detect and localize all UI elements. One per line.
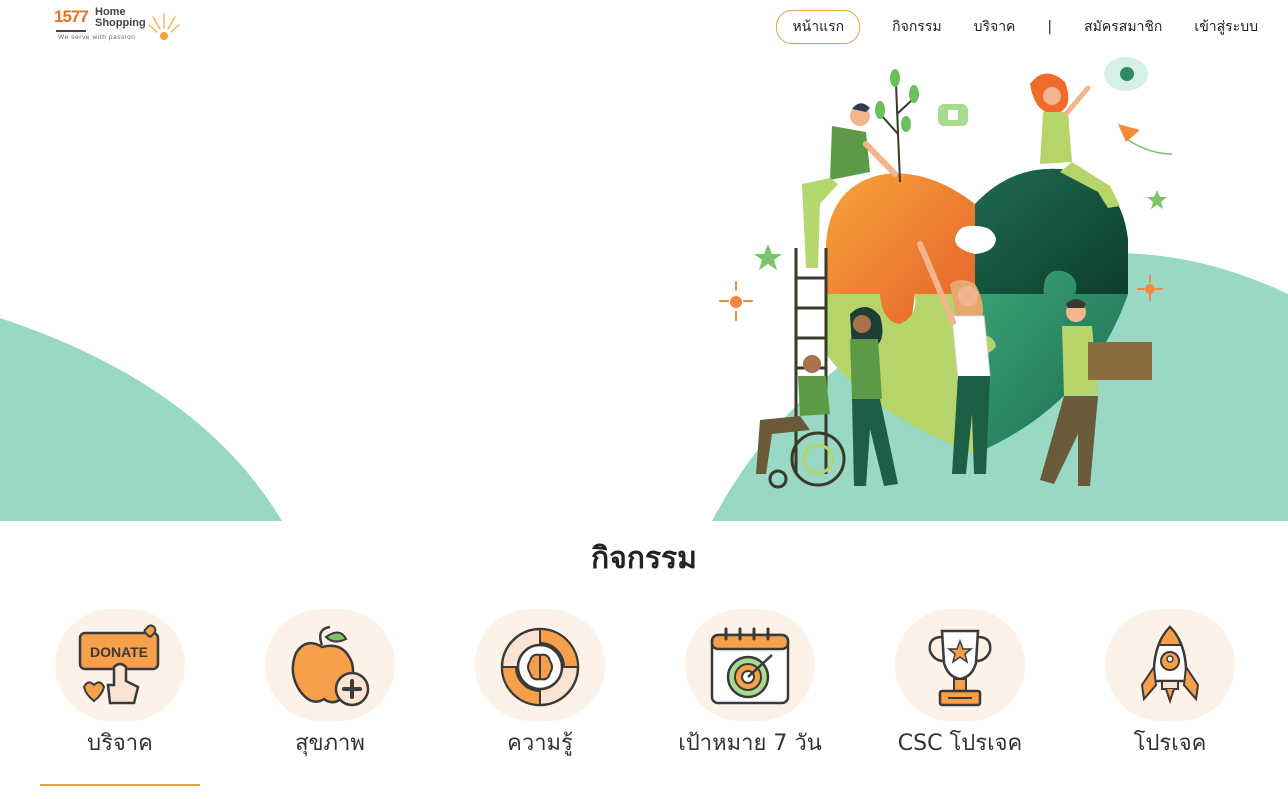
logo-tagline: We serve with passion [58, 34, 136, 41]
brain-knowledge-icon [500, 627, 580, 707]
section-title: กิจกรรม [591, 541, 697, 576]
left-mint-hill [0, 318, 282, 521]
nav-activities[interactable]: กิจกรรม [892, 16, 941, 38]
category-label: บริจาค [87, 731, 153, 756]
calendar-target-icon [710, 627, 790, 705]
category-label: สุขภาพ [295, 731, 365, 756]
nav-login[interactable]: เข้าสู่ระบบ [1194, 16, 1258, 38]
like-bubble-icon [938, 104, 968, 126]
category-csc-project[interactable]: CSC โปรเจค [870, 609, 1050, 759]
category-health[interactable]: สุขภาพ [240, 609, 420, 759]
category-knowledge[interactable]: ความรู้ [450, 609, 630, 759]
category-label: โปรเจค [1133, 731, 1207, 756]
main-nav: หน้าแรก กิจกรรม บริจาค | สมัครสมาชิก เข้… [776, 9, 1258, 44]
logo-number: 1577 [54, 7, 89, 26]
chat-bubble-icon [1104, 57, 1148, 91]
category-label: CSC โปรเจค [897, 731, 1023, 756]
category-donate[interactable]: DONATE บริจาค [30, 609, 210, 759]
category-label: ความรู้ [507, 731, 573, 756]
svg-text:DONATE: DONATE [90, 644, 148, 660]
category-label: เป้าหมาย 7 วัน [678, 731, 822, 756]
nav-separator: | [1047, 18, 1053, 35]
apple-health-icon [291, 625, 370, 707]
active-category-underline [40, 784, 200, 786]
paper-plane-icon [1118, 124, 1173, 155]
donate-sign-icon: DONATE [78, 624, 160, 705]
trophy-icon [928, 629, 992, 707]
nav-register[interactable]: สมัครสมาชิก [1084, 16, 1162, 38]
nav-donate[interactable]: บริจาค [974, 16, 1016, 38]
cart-icon [56, 26, 86, 32]
rocket-icon [1140, 625, 1200, 705]
nav-home[interactable]: หน้าแรก [776, 9, 861, 44]
top-navbar: 1577 Home Shopping We serve with passion … [0, 0, 1288, 54]
hero-banner [0, 54, 1288, 521]
brand-logo[interactable]: 1577 Home Shopping We serve with passion [54, 6, 184, 44]
hero-illustration [0, 57, 1288, 521]
category-7day-goal[interactable]: เป้าหมาย 7 วัน [660, 609, 840, 759]
logo-wordmark: Home Shopping [95, 6, 146, 29]
sun-icon [148, 13, 180, 40]
category-project[interactable]: โปรเจค [1080, 609, 1260, 759]
